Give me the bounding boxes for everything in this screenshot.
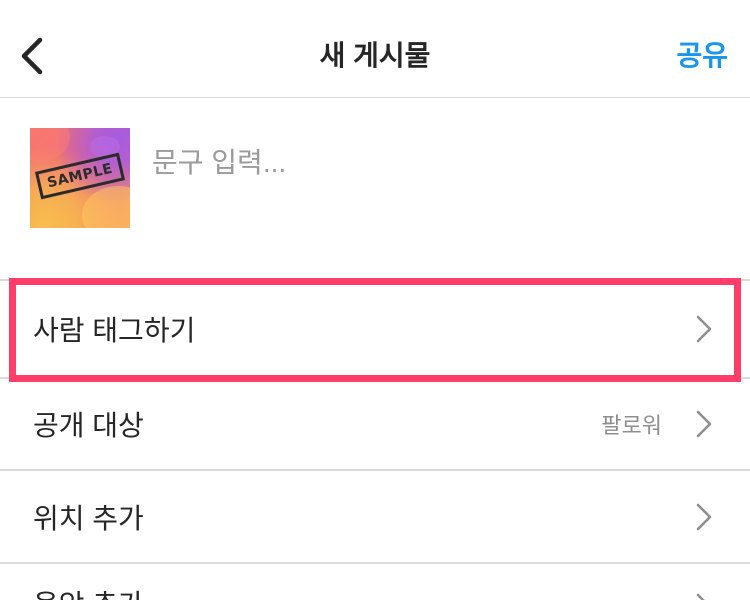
- chevron-right-icon: [696, 315, 712, 343]
- option-label: 위치 추가: [33, 502, 144, 534]
- caption-input[interactable]: [152, 140, 722, 186]
- option-audience[interactable]: 공개 대상 팔로워: [0, 378, 750, 469]
- option-add-music[interactable]: 음악 추가: [0, 564, 750, 600]
- option-label: 사람 태그하기: [33, 315, 196, 346]
- option-add-location[interactable]: 위치 추가: [0, 471, 750, 562]
- option-label: 음악 추가: [33, 564, 696, 600]
- page-title: 새 게시물: [319, 40, 431, 71]
- top-bar: 새 게시물 공유: [0, 0, 750, 98]
- chevron-left-icon: [21, 37, 43, 75]
- chevron-right-icon: [696, 593, 705, 600]
- share-button[interactable]: 공유: [676, 36, 728, 76]
- option-value: 팔로워: [601, 412, 662, 438]
- thumbnail-shape: [82, 186, 130, 228]
- chevron-right-icon: [696, 410, 712, 437]
- new-post-screen: 새 게시물 공유 SAMPLE 사람 태그하기 공개 대상 팔로워 위치 추가 …: [0, 0, 750, 600]
- option-label: 공개 대상: [33, 409, 144, 441]
- thumbnail-shape: [30, 128, 70, 162]
- option-tag-people[interactable]: 사람 태그하기: [0, 281, 750, 377]
- back-button[interactable]: [14, 33, 50, 79]
- chevron-right-icon: [696, 503, 712, 530]
- post-thumbnail[interactable]: SAMPLE: [30, 128, 130, 228]
